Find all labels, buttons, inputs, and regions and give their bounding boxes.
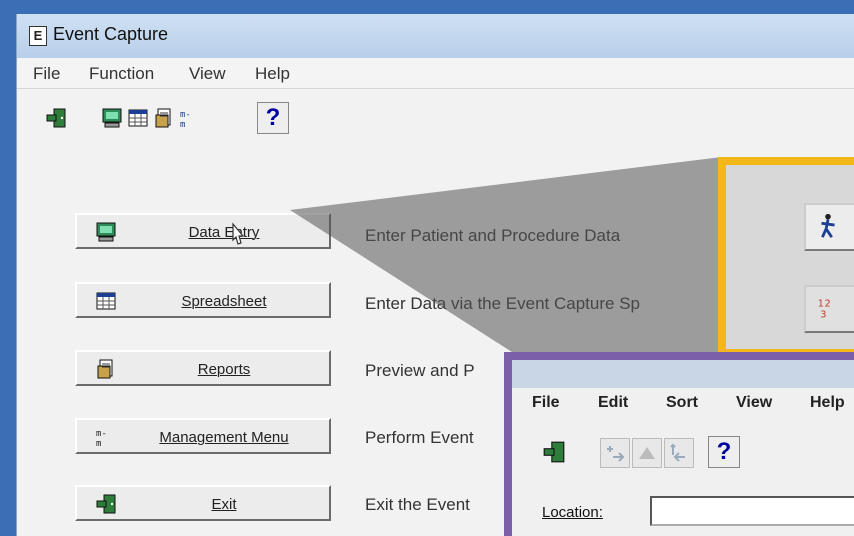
computer-icon (95, 221, 117, 243)
zoomed-dialog-inset: File Edit Sort View Help ? Location: (504, 352, 854, 536)
svg-text:m-: m- (180, 110, 191, 120)
management-menu-label: Management Menu (159, 429, 289, 446)
spreadsheet-description: Enter Data via the Event Capture Sp (365, 294, 640, 313)
management-icon[interactable]: m-m (179, 107, 201, 130)
spreadsheet-button[interactable]: Spreadsheet (75, 282, 331, 318)
location-input[interactable] (650, 496, 854, 526)
reports-description: Preview and P (365, 361, 475, 380)
computer-icon[interactable] (101, 107, 123, 129)
menu-help[interactable]: Help (255, 64, 290, 84)
add-row-icon[interactable] (600, 438, 630, 468)
reports-icon[interactable] (153, 107, 175, 129)
svg-text:m: m (96, 439, 101, 448)
menu-file[interactable]: File (33, 64, 60, 84)
zoomed-numbers-button[interactable]: 1 2 3 (804, 285, 854, 333)
dialog-menu-file[interactable]: File (532, 394, 560, 412)
move-up-icon[interactable] (632, 438, 662, 468)
menu-bar: File Function View Help (17, 58, 854, 89)
data-entry-label: Data Entry (188, 224, 260, 241)
exit-label: Exit (211, 496, 237, 513)
svg-text:2: 2 (825, 298, 831, 309)
exit-door-icon[interactable] (45, 107, 67, 129)
app-icon: E (29, 26, 47, 46)
reports-icon (95, 358, 117, 380)
spreadsheet-icon (95, 290, 117, 312)
toolbar: m-m ? (17, 89, 854, 139)
management-menu-description: Perform Event (365, 428, 474, 447)
svg-text:m: m (180, 120, 185, 129)
remove-row-icon[interactable] (664, 438, 694, 468)
management-menu-button[interactable]: m-m Management Menu (75, 418, 331, 454)
management-icon: m-m (95, 426, 117, 449)
help-button[interactable]: ? (257, 102, 289, 134)
spreadsheet-label: Spreadsheet (181, 293, 267, 310)
reports-label: Reports (197, 361, 251, 378)
menu-function[interactable]: Function (89, 64, 154, 84)
title-bar: E Event Capture (17, 14, 854, 58)
dialog-menu-help[interactable]: Help (810, 394, 845, 412)
svg-text:m-: m- (96, 429, 107, 439)
numbers-icon: 1 2 3 (818, 298, 831, 321)
data-entry-description: Enter Patient and Procedure Data (365, 226, 621, 245)
menu-view[interactable]: View (189, 64, 226, 84)
exit-button[interactable]: Exit (75, 485, 331, 521)
person-walking-icon (821, 213, 835, 238)
location-label: Location: (542, 504, 603, 521)
dialog-menu-edit[interactable]: Edit (598, 394, 628, 412)
svg-text:3: 3 (820, 310, 826, 321)
exit-door-icon[interactable] (542, 440, 566, 464)
zoomed-entry-button[interactable] (804, 203, 854, 251)
data-entry-button[interactable]: Data Entry (75, 213, 331, 249)
spreadsheet-icon[interactable] (127, 107, 149, 129)
dialog-help-button[interactable]: ? (708, 436, 740, 468)
mouse-pointer-icon (232, 222, 245, 245)
exit-description: Exit the Event (365, 495, 470, 514)
svg-text:1: 1 (818, 298, 824, 309)
dialog-menu-view[interactable]: View (736, 394, 772, 412)
zoomed-dialog-title-bar (512, 360, 854, 388)
dialog-menu-sort[interactable]: Sort (666, 394, 698, 412)
zoomed-toolbar-inset: 1 2 3 (718, 157, 854, 357)
reports-button[interactable]: Reports (75, 350, 331, 386)
window-title: Event Capture (53, 24, 169, 44)
exit-door-icon (95, 493, 117, 515)
